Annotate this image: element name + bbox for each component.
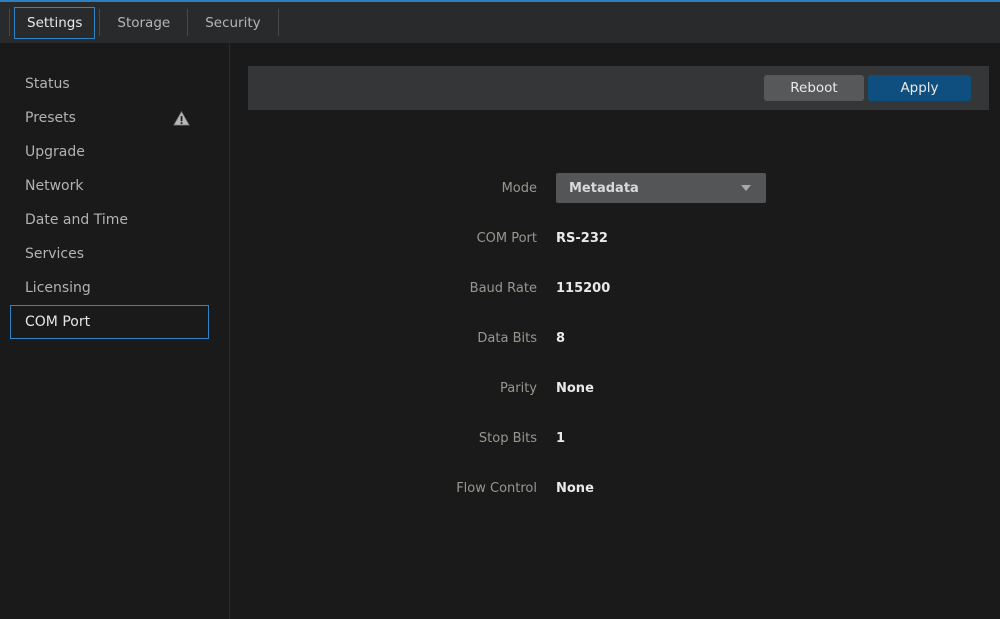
- sidebar-item-upgrade[interactable]: Upgrade: [10, 135, 209, 169]
- sidebar-item-label: Date and Time: [25, 212, 128, 228]
- sidebar-item-licensing[interactable]: Licensing: [10, 271, 209, 305]
- sidebar-item-status[interactable]: Status: [10, 67, 209, 101]
- sidebar-item-services[interactable]: Services: [10, 237, 209, 271]
- tab-settings[interactable]: Settings: [14, 7, 95, 39]
- mode-dropdown[interactable]: Metadata: [556, 173, 766, 203]
- sidebar-item-label: Network: [25, 178, 83, 194]
- sidebar-item-label: Services: [25, 246, 84, 262]
- stop-bits-value: 1: [556, 431, 565, 446]
- tab-separator: [278, 9, 279, 36]
- com-port-value: RS-232: [556, 231, 608, 246]
- reboot-button[interactable]: Reboot: [764, 75, 864, 101]
- form-row-mode: Mode Metadata: [230, 163, 1000, 213]
- tab-security[interactable]: Security: [188, 7, 277, 39]
- sidebar-item-label: COM Port: [25, 314, 90, 330]
- top-tab-bar: Settings Storage Security: [0, 0, 1000, 43]
- sidebar-item-label: Licensing: [25, 280, 91, 296]
- data-bits-label: Data Bits: [230, 331, 537, 346]
- app-window: Settings Storage Security Status Presets: [0, 0, 1000, 619]
- tab-storage[interactable]: Storage: [100, 7, 187, 39]
- form-row-com-port: COM Port RS-232: [230, 213, 1000, 263]
- sidebar-item-network[interactable]: Network: [10, 169, 209, 203]
- com-port-form: Mode Metadata COM Port RS-232 Baud Rate …: [230, 163, 1000, 513]
- tab-separator: [9, 9, 10, 36]
- content-row: Status Presets Upgrade Network Da: [0, 43, 1000, 619]
- baud-rate-label: Baud Rate: [230, 281, 537, 296]
- form-row-flow-control: Flow Control None: [230, 463, 1000, 513]
- form-row-parity: Parity None: [230, 363, 1000, 413]
- com-port-label: COM Port: [230, 231, 537, 246]
- sidebar-item-date-and-time[interactable]: Date and Time: [10, 203, 209, 237]
- settings-sidebar: Status Presets Upgrade Network Da: [0, 43, 230, 619]
- com-port-settings-pane: Reboot Apply Mode Metadata COM Port RS-2…: [230, 43, 1000, 619]
- sidebar-item-label: Status: [25, 76, 70, 92]
- mode-dropdown-value: Metadata: [569, 181, 639, 196]
- sidebar-item-com-port[interactable]: COM Port: [10, 305, 209, 339]
- sidebar-item-label: Upgrade: [25, 144, 85, 160]
- mode-label: Mode: [230, 181, 537, 196]
- data-bits-value: 8: [556, 331, 565, 346]
- warning-icon: [173, 110, 190, 127]
- stop-bits-label: Stop Bits: [230, 431, 537, 446]
- parity-label: Parity: [230, 381, 537, 396]
- action-toolbar: Reboot Apply: [248, 66, 989, 110]
- sidebar-item-label: Presets: [25, 110, 76, 126]
- apply-button[interactable]: Apply: [868, 75, 971, 101]
- baud-rate-value: 115200: [556, 281, 610, 296]
- flow-control-value: None: [556, 481, 594, 496]
- parity-value: None: [556, 381, 594, 396]
- flow-control-label: Flow Control: [230, 481, 537, 496]
- form-row-data-bits: Data Bits 8: [230, 313, 1000, 363]
- chevron-down-icon: [741, 185, 751, 191]
- form-row-stop-bits: Stop Bits 1: [230, 413, 1000, 463]
- form-row-baud-rate: Baud Rate 115200: [230, 263, 1000, 313]
- sidebar-item-presets[interactable]: Presets: [10, 101, 209, 135]
